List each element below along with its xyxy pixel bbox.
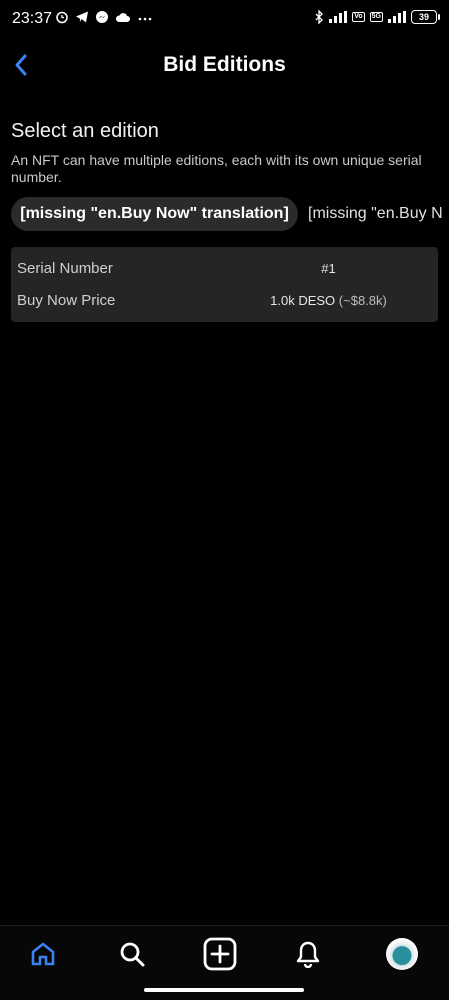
edition-details-card: Serial Number #1 Buy Now Price 1.0k DESO… (11, 247, 438, 322)
page-title: Bid Editions (163, 53, 286, 76)
status-time: 23:37 (12, 10, 53, 27)
nav-notifications[interactable] (288, 934, 328, 974)
status-bar: 23:37 Vo 5G 39 (0, 0, 449, 38)
nav-home[interactable] (23, 934, 63, 974)
create-icon (203, 937, 237, 971)
status-system-icons: Vo 5G 39 (314, 10, 440, 24)
price-usd: (~$8.8k) (338, 293, 387, 308)
home-icon (31, 942, 55, 966)
serial-number-row: Serial Number #1 (11, 256, 438, 284)
alarm-icon (56, 11, 68, 24)
volte-badge: Vo (352, 12, 365, 22)
nav-create[interactable] (200, 934, 240, 974)
serial-number-value: #1 (321, 261, 336, 276)
edition-tabs: [missing "en.Buy Now" translation] [miss… (11, 197, 449, 231)
nav-search[interactable] (112, 934, 152, 974)
buy-now-price-row: Buy Now Price 1.0k DESO (~$8.8k) (11, 288, 438, 316)
bluetooth-icon (315, 10, 324, 24)
section-description: An NFT can have multiple editions, each … (11, 152, 422, 185)
tab-buy-now-active[interactable]: [missing "en.Buy Now" translation] (11, 197, 298, 231)
signal-2-icon (388, 11, 406, 23)
avatar (386, 938, 418, 970)
price-deso: 1.0k DESO (270, 293, 336, 308)
nav-profile[interactable] (382, 934, 422, 974)
battery-level: 39 (418, 12, 429, 22)
search-icon (120, 942, 145, 967)
section-title: Select an edition (11, 120, 159, 142)
home-indicator[interactable] (144, 988, 304, 992)
telegram-icon (76, 11, 88, 23)
header: Bid Editions (0, 40, 449, 92)
cloud-icon (115, 13, 130, 22)
signal-icon (329, 11, 348, 23)
buy-now-price-label: Buy Now Price (17, 292, 116, 309)
status-notification-icons (55, 10, 153, 24)
tab-buy-now-next[interactable]: [missing "en.Buy N (308, 197, 443, 231)
network-type-badge: 5G (369, 12, 383, 22)
screen: 23:37 Vo 5G 39 Bid Editions Select an ed… (0, 0, 449, 1000)
more-notifications-icon (138, 17, 152, 21)
battery-icon: 39 (411, 10, 440, 24)
serial-number-label: Serial Number (17, 260, 113, 277)
buy-now-price-value: 1.0k DESO (~$8.8k) (201, 293, 449, 308)
bell-icon (296, 941, 320, 968)
messenger-icon (96, 11, 108, 23)
